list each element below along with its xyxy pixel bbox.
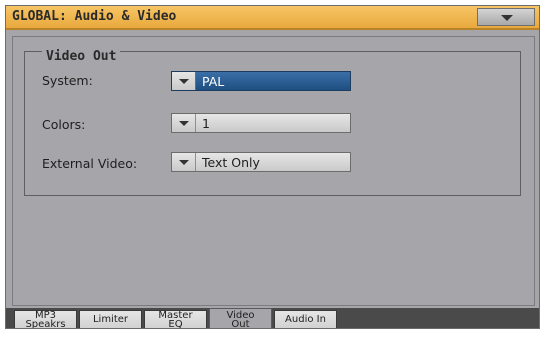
system-label: System: [42,73,93,88]
chevron-down-icon [179,121,189,126]
page-title: GLOBAL: Audio & Video [12,9,177,24]
tab-label-line2: EQ [168,319,183,329]
external-video-dropdown[interactable]: Text Only [171,152,351,172]
tab-master-eq[interactable]: Master EQ [144,310,207,329]
tab-video-out[interactable]: Video Out [209,308,272,329]
tab-label-line2: Out [231,319,250,329]
system-dropdown[interactable]: PAL [171,71,351,91]
chevron-down-icon [179,160,189,165]
tab-mp3-speakrs[interactable]: MP3 Speakrs [14,310,77,329]
tab-label: Audio In [285,314,326,325]
external-video-dropdown-arrow [172,153,196,171]
system-value: PAL [202,74,225,89]
colors-value: 1 [202,116,210,131]
colors-label: Colors: [42,117,86,132]
chevron-down-icon [501,15,513,21]
video-out-group-label: Video Out [42,49,121,64]
tab-label-line2: Speakrs [25,319,66,329]
tab-label: Limiter [92,314,129,325]
external-video-value: Text Only [202,155,260,170]
external-video-label: External Video: [42,156,138,171]
chevron-down-icon [179,79,189,84]
system-dropdown-arrow [172,72,196,90]
title-bar: GLOBAL: Audio & Video [6,6,539,30]
tab-limiter[interactable]: Limiter [79,310,142,328]
tab-audio-in[interactable]: Audio In [274,310,337,328]
tab-bar: MP3 Speakrs Limiter Master EQ Video Out … [6,308,539,329]
global-audio-video-screen: GLOBAL: Audio & Video Video Out System: … [5,5,540,329]
page-menu-button[interactable] [477,8,535,26]
colors-dropdown-arrow [172,114,196,132]
colors-dropdown[interactable]: 1 [171,113,351,133]
